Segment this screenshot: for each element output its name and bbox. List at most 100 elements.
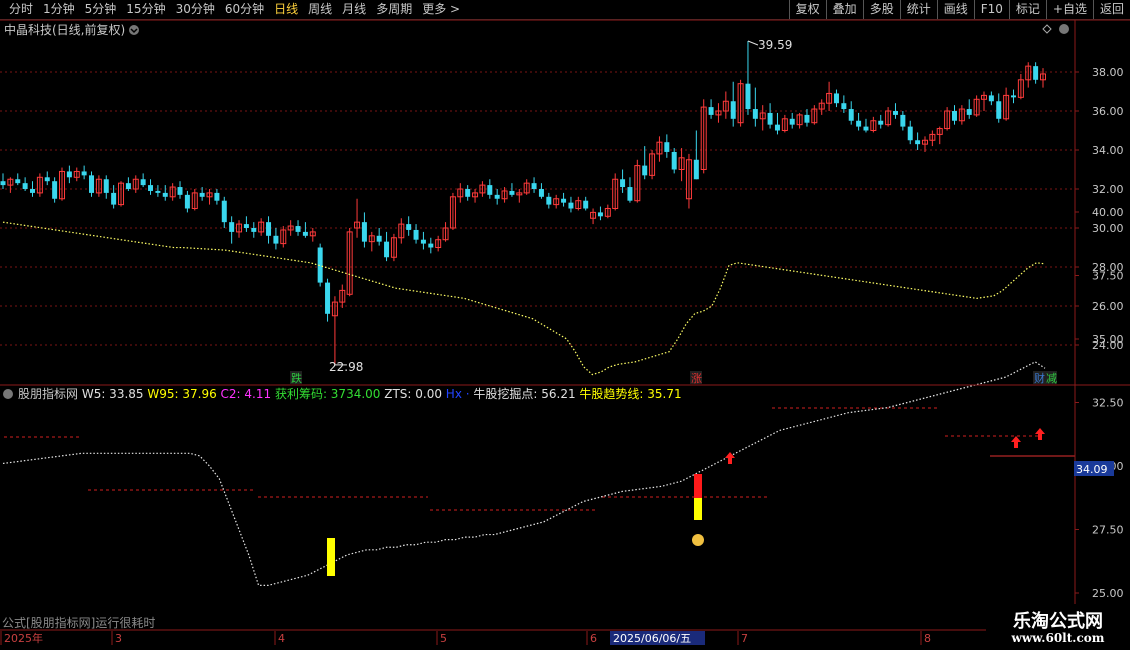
high-marker-line [747,40,759,46]
candle-body [376,235,382,242]
main-title[interactable]: 中晶科技(日线,前复权) [4,22,125,37]
date-label-0: 2025年 [4,631,43,645]
settings-dot-icon[interactable] [1059,24,1069,34]
candle-body [81,171,87,176]
candle-body [15,179,21,184]
signal-bar-yellow [327,538,335,576]
title-dropdown-icon[interactable] [129,25,139,35]
candle-body [583,200,589,209]
indicator-menu-icon[interactable] [3,389,13,399]
candle-body [767,112,773,125]
indicator-name: 股朋指标网 [18,386,82,401]
candle-body [251,228,257,232]
candle-body [221,200,227,223]
candle-body [996,101,1002,119]
high-price-label: 39.59 [758,38,792,52]
candle-body [420,239,426,244]
candle-body [295,226,301,232]
event-tag-1: 涨 [691,372,702,385]
indicator-value-2: C2: 4.11 [217,387,271,401]
indicator-tick-label: 40.00 [1092,206,1124,219]
candle-body [804,114,810,123]
indicator-value-3: 获利筹码: 3734.00 [271,387,380,401]
candle-body [907,126,913,141]
candle-body [966,109,972,115]
date-label-5: 7 [741,632,748,645]
candle-body [1010,95,1016,98]
candle-body [531,183,537,189]
candle-body [693,159,699,180]
candle-body [177,187,183,195]
candle-body [30,189,36,193]
diamond-icon[interactable] [1042,24,1052,34]
indicator-tick-label: 35.00 [1092,333,1124,346]
candle-body [620,179,626,188]
date-label-1: 3 [115,632,122,645]
candle-body [856,120,862,127]
indicator-tick-label: 32.50 [1092,397,1124,410]
candle-body [509,190,515,195]
stock-chart[interactable]: 24.0026.0028.0030.0032.0034.0036.0038.00… [0,0,1130,650]
indicator-value-5: Hx [442,387,462,401]
main-tick-label: 34.00 [1092,144,1124,157]
candle-body [538,189,544,197]
candle-body [863,126,869,131]
candle-body [89,175,95,193]
candle-body [900,114,906,127]
candle-body [66,171,72,178]
candle-body [428,243,434,248]
candle-body [465,189,471,197]
date-highlight-label: 2025/06/06/五 [613,632,691,645]
main-tick-label: 32.00 [1092,183,1124,196]
candle-body [841,103,847,110]
candle-body [774,124,780,131]
candle-body [384,241,390,258]
w95-line [2,221,1046,376]
candle-body [199,192,205,197]
candle-body [561,198,567,203]
candle-body [266,222,272,236]
candle-body [44,177,50,182]
main-tick-label: 36.00 [1092,105,1124,118]
indicator-tick-label: 25.00 [1092,587,1124,600]
indicator-tick-label: 37.50 [1092,270,1124,283]
event-tag-0: 跌 [291,371,302,385]
candle-body [52,181,58,199]
date-label-4: 6 [590,632,597,645]
main-tick-label: 30.00 [1092,222,1124,235]
candle-body [730,101,736,119]
main-tick-label: 26.00 [1092,300,1124,313]
candle-body [111,192,117,205]
candle-body [915,140,921,145]
indicator-value-8: 牛股趋势线: 35.71 [576,386,682,401]
candle-body [155,190,161,193]
candle-body [745,83,751,110]
candle-body [148,185,154,191]
candle-body [325,282,331,314]
up-arrow-icon [1011,436,1021,448]
candle-body [273,235,279,244]
low-price-label: 22.98 [329,360,363,374]
candle-body [892,111,898,115]
indicator-value-4: ZTS: 0.00 [380,387,442,401]
candle-body [361,222,367,242]
signal-bar-yellow-2 [694,498,702,520]
candle-body [103,179,109,193]
indicator-legend: 股朋指标网 W5: 33.85 W95: 37.96 C2: 4.11 获利筹码… [18,386,682,401]
candle-body [568,202,574,209]
candle-body [1033,66,1039,80]
candle-body [988,95,994,102]
watermark-title: 乐淘公式网 [1013,611,1103,632]
candle-body [597,212,603,217]
money-bag-icon [692,534,704,546]
formula-status: 公式[股朋指标网]运行很耗时 [2,616,156,630]
candle-body [413,229,419,240]
watermark-url: www.60lt.com [1011,631,1105,645]
candle-body [546,196,552,205]
indicator-tick-label: 27.50 [1092,524,1124,537]
event-tag-2: 财 [1034,371,1045,385]
candle-body [229,222,235,232]
candle-body [302,231,308,236]
event-tag-3: 减 [1046,372,1057,385]
candle-body [22,183,28,189]
